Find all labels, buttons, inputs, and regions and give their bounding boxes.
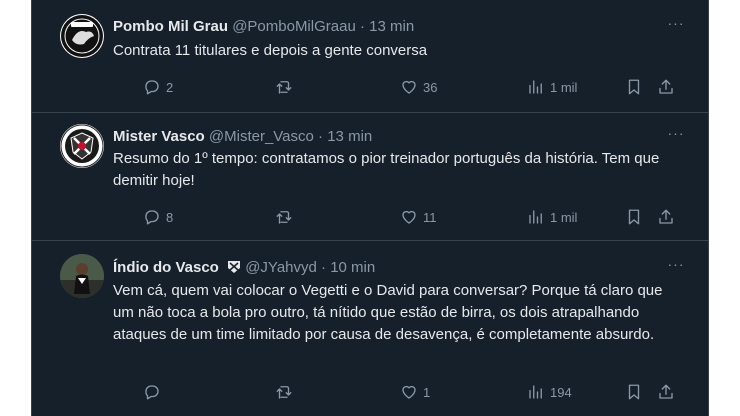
reply-icon [145, 210, 159, 225]
like-button[interactable]: 1 [400, 382, 430, 402]
views-button[interactable]: 1 mil [527, 207, 577, 227]
timeline: Pombo Mil Grau @PomboMilGraau · 13 min ·… [31, 0, 709, 416]
views-icon [529, 80, 542, 94]
club-shield-icon [228, 261, 241, 273]
separator: · [321, 259, 327, 276]
share-button[interactable] [657, 207, 675, 227]
share-button[interactable] [657, 77, 675, 97]
reply-icon [145, 80, 159, 95]
separator: · [318, 128, 324, 145]
like-icon [402, 210, 416, 224]
like-count: 1 [423, 384, 431, 400]
separator: · [359, 18, 365, 35]
like-button[interactable]: 36 [400, 77, 437, 97]
more-icon[interactable]: ··· [666, 126, 686, 147]
tweet-actions: 8 11 1 mil [113, 207, 683, 227]
author-handle[interactable]: @PomboMilGraau [232, 18, 356, 35]
like-count: 11 [423, 209, 437, 225]
retweet-icon [276, 386, 292, 399]
reply-icon [145, 385, 159, 400]
avatar[interactable] [60, 14, 104, 58]
tweet-text: Contrata 11 titulares e depois a gente c… [113, 42, 428, 59]
tweet-text: Vem cá, quem vai colocar o Vegetti e o D… [113, 282, 663, 343]
reply-button[interactable]: 8 [143, 207, 173, 227]
retweet-icon [276, 211, 292, 224]
tweet[interactable]: Índio do Vasco @JYahvyd · 10 min ··· Vem… [32, 241, 708, 416]
author-name[interactable]: Pombo Mil Grau [113, 18, 228, 35]
author-name[interactable]: Mister Vasco [113, 128, 205, 145]
timestamp[interactable]: 13 min [327, 128, 372, 145]
tweet[interactable]: Pombo Mil Grau @PomboMilGraau · 13 min ·… [32, 0, 708, 113]
bookmark-button[interactable] [625, 382, 643, 402]
retweet-button[interactable] [275, 382, 298, 402]
tweet-actions: 2 36 1 mil [113, 77, 683, 97]
views-icon [529, 385, 542, 399]
reply-button[interactable] [143, 382, 166, 402]
reply-count: 2 [166, 79, 174, 95]
share-icon [659, 209, 673, 224]
author-handle[interactable]: @Mister_Vasco [209, 128, 314, 145]
share-button[interactable] [657, 382, 675, 402]
share-icon [659, 79, 673, 94]
views-button[interactable]: 194 [527, 382, 572, 402]
like-icon [402, 385, 416, 399]
reply-button[interactable]: 2 [143, 77, 173, 97]
bookmark-icon [628, 384, 640, 400]
views-count: 1 mil [550, 209, 578, 225]
bookmark-icon [628, 79, 640, 95]
reply-count: 8 [166, 209, 174, 225]
tweet-actions: 1 194 [113, 382, 683, 402]
bookmark-icon [628, 209, 640, 225]
avatar[interactable] [60, 124, 104, 168]
timestamp[interactable]: 10 min [330, 259, 375, 276]
retweet-button[interactable] [275, 77, 298, 97]
avatar[interactable] [60, 254, 104, 298]
bookmark-button[interactable] [625, 207, 643, 227]
author-name[interactable]: Índio do Vasco [113, 259, 219, 276]
like-icon [402, 80, 416, 94]
views-button[interactable]: 1 mil [527, 77, 577, 97]
tweet[interactable]: Mister Vasco @Mister_Vasco · 13 min ··· … [32, 113, 708, 241]
retweet-icon [276, 81, 292, 94]
like-count: 36 [423, 79, 438, 95]
share-icon [659, 384, 673, 399]
retweet-button[interactable] [275, 207, 298, 227]
more-icon[interactable]: ··· [666, 257, 686, 278]
author-handle[interactable]: @JYahvyd [245, 259, 317, 276]
views-count: 1 mil [550, 79, 578, 95]
tweet-text: Resumo do 1º tempo: contratamos o pior t… [113, 150, 660, 189]
timestamp[interactable]: 13 min [369, 18, 414, 35]
views-count: 194 [550, 384, 572, 400]
more-icon[interactable]: ··· [666, 16, 686, 37]
views-icon [529, 210, 542, 224]
like-button[interactable]: 11 [400, 207, 437, 227]
bookmark-button[interactable] [625, 77, 643, 97]
